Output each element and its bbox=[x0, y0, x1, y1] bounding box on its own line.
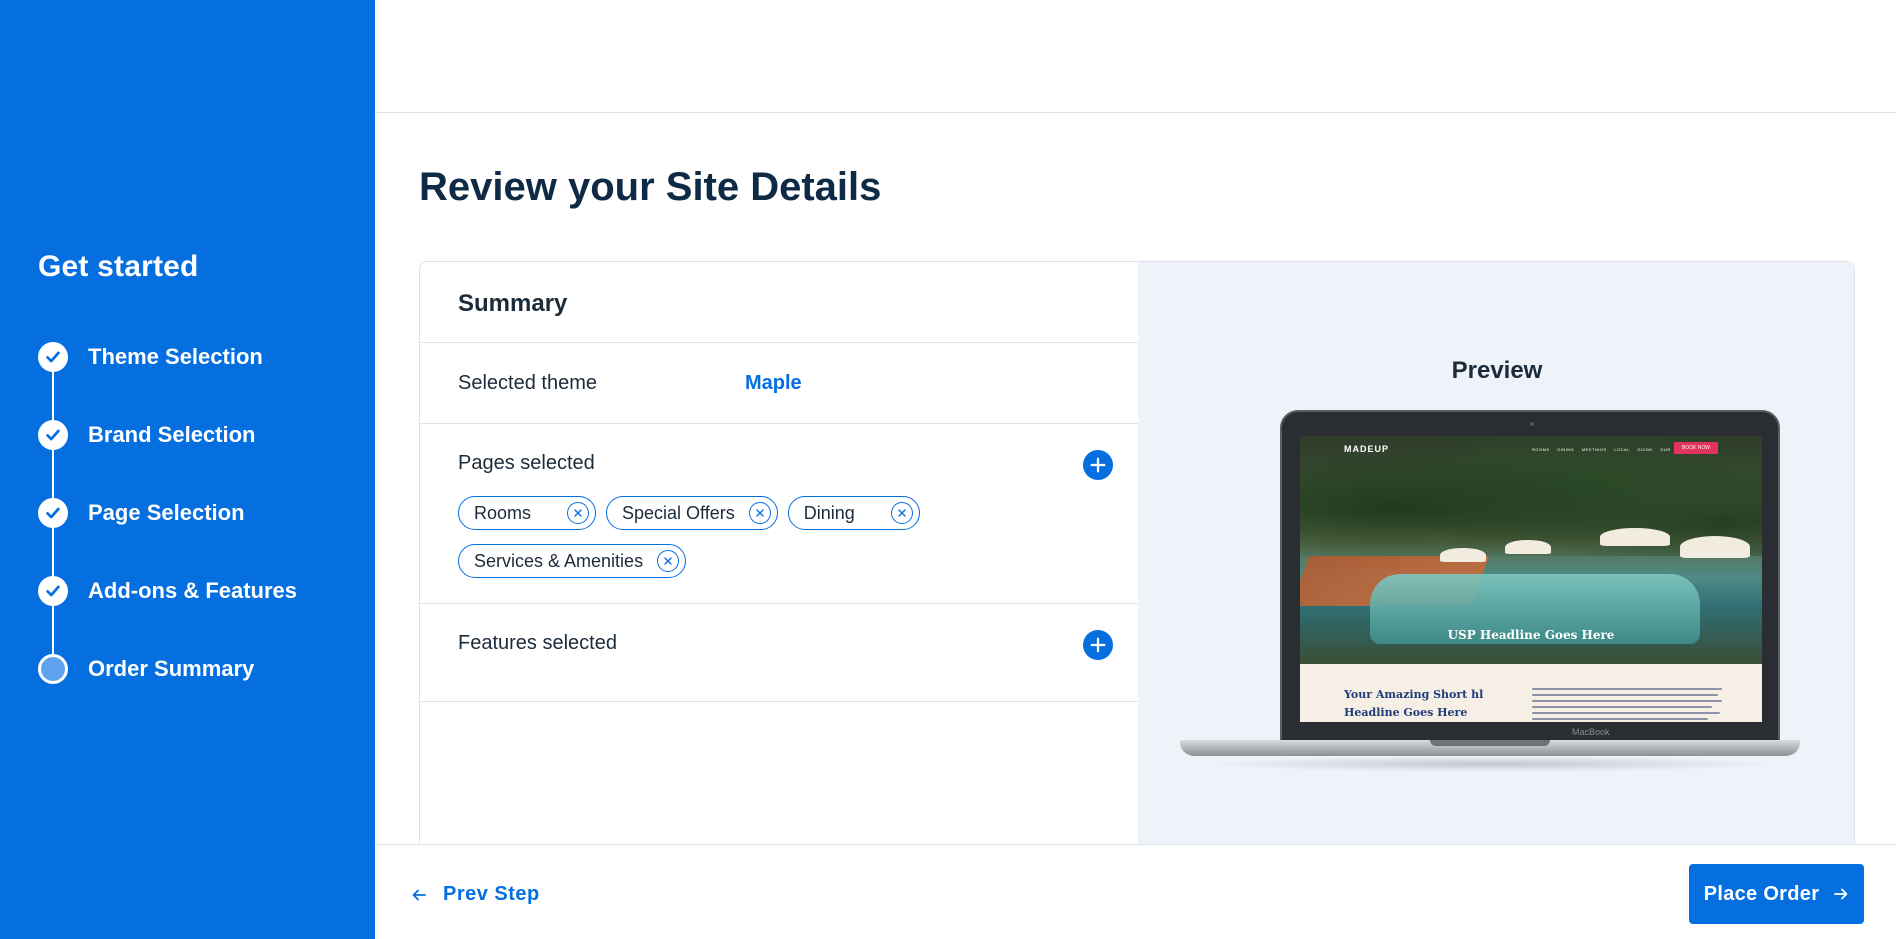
prev-step-button[interactable]: Prev Step bbox=[411, 883, 540, 906]
plus-icon bbox=[1090, 457, 1106, 473]
preview-menu: ROOMS DINING MEETINGS LOCAL GUIDE OUR HO… bbox=[1532, 447, 1695, 452]
hero-image: MADEUP ROOMS DINING MEETINGS LOCAL GUIDE… bbox=[1300, 436, 1762, 664]
remove-tag-button[interactable] bbox=[890, 502, 913, 524]
plus-icon bbox=[1090, 637, 1106, 653]
step-list: Theme Selection Brand Selection Page Sel… bbox=[38, 342, 297, 732]
preview-text-line bbox=[1532, 718, 1708, 720]
step-label: Brand Selection bbox=[88, 422, 256, 447]
close-icon bbox=[756, 509, 764, 517]
step-brand-selection[interactable]: Brand Selection bbox=[38, 420, 297, 498]
selected-theme-label: Selected theme bbox=[458, 372, 597, 394]
umbrella-shape bbox=[1440, 548, 1486, 562]
prev-step-label: Prev Step bbox=[443, 883, 540, 905]
arrow-right-icon bbox=[1834, 888, 1848, 900]
step-label: Theme Selection bbox=[88, 344, 263, 369]
page-tag: Special Offers bbox=[606, 496, 778, 530]
add-page-button[interactable] bbox=[1083, 450, 1113, 480]
place-order-button[interactable]: Place Order bbox=[1689, 864, 1864, 924]
preview-content-headline: Your Amazing Short hl Headline Goes Here bbox=[1344, 688, 1484, 719]
page-tag-list: Rooms Special Offers Dining Services & A… bbox=[458, 496, 1118, 578]
page-tag-label: Rooms bbox=[474, 502, 532, 523]
laptop-camera bbox=[1530, 422, 1534, 426]
page-tag: Rooms bbox=[458, 496, 597, 530]
page-title: Review your Site Details bbox=[419, 165, 882, 209]
step-label: Order Summary bbox=[88, 656, 255, 681]
remove-tag-button[interactable] bbox=[567, 502, 590, 524]
laptop-lid: MADEUP ROOMS DINING MEETINGS LOCAL GUIDE… bbox=[1280, 410, 1780, 750]
pages-selected-label: Pages selected bbox=[458, 452, 595, 474]
preview-nav: MADEUP ROOMS DINING MEETINGS LOCAL GUIDE… bbox=[1300, 436, 1762, 466]
page-tag-label: Services & Amenities bbox=[474, 550, 644, 571]
umbrella-shape bbox=[1505, 540, 1551, 554]
page-tag: Dining bbox=[787, 496, 920, 530]
remove-tag-button[interactable] bbox=[748, 502, 771, 524]
page-tag: Services & Amenities bbox=[458, 544, 687, 578]
preview-text-line bbox=[1532, 700, 1722, 702]
close-icon bbox=[664, 557, 672, 565]
umbrella-shape bbox=[1680, 536, 1750, 558]
add-feature-button[interactable] bbox=[1083, 630, 1113, 660]
arrow-left-icon bbox=[412, 889, 426, 900]
laptop-shadow bbox=[1200, 756, 1780, 772]
preview-text-line bbox=[1532, 706, 1712, 708]
main-content: Review your Site Details Summary Selecte… bbox=[375, 0, 1896, 939]
close-icon bbox=[574, 509, 582, 517]
preview-text-line bbox=[1532, 712, 1720, 714]
check-icon bbox=[38, 498, 68, 528]
pages-selected-row: Pages selected Rooms Special Offers Dini… bbox=[420, 424, 1138, 604]
step-page-selection[interactable]: Page Selection bbox=[38, 498, 297, 576]
laptop-notch bbox=[1430, 740, 1550, 746]
place-order-label: Place Order bbox=[1703, 882, 1820, 905]
laptop-mockup: MADEUP ROOMS DINING MEETINGS LOCAL GUIDE… bbox=[1180, 410, 1800, 772]
check-icon bbox=[38, 342, 68, 372]
step-connector bbox=[52, 450, 54, 498]
check-icon bbox=[38, 420, 68, 450]
preview-book-button: BOOK NOW bbox=[1674, 442, 1718, 454]
preview-panel: Preview MADEUP ROOMS DINING MEETINGS LOC… bbox=[1138, 262, 1854, 860]
selected-theme-row: Selected theme Maple bbox=[420, 343, 1138, 424]
laptop-label: MacBook bbox=[1572, 727, 1610, 737]
features-selected-label: Features selected bbox=[458, 632, 617, 654]
preview-text-line bbox=[1532, 688, 1722, 690]
current-step-icon bbox=[38, 654, 68, 684]
step-label: Add-ons & Features bbox=[88, 578, 298, 603]
step-connector bbox=[52, 528, 54, 576]
preview-text-line bbox=[1532, 694, 1718, 696]
step-connector bbox=[52, 372, 54, 420]
step-addons-features[interactable]: Add-ons & Features bbox=[38, 576, 297, 654]
selected-theme-value: Maple bbox=[745, 372, 802, 394]
close-icon bbox=[898, 509, 906, 517]
review-card: Summary Selected theme Maple Pages selec… bbox=[419, 261, 1855, 861]
preview-hero-headline: USP Headline Goes Here bbox=[1447, 628, 1615, 642]
sidebar: Get started Theme Selection Brand Select… bbox=[0, 0, 375, 939]
summary-panel: Summary Selected theme Maple Pages selec… bbox=[420, 262, 1138, 860]
step-connector bbox=[52, 606, 54, 654]
step-theme-selection[interactable]: Theme Selection bbox=[38, 342, 297, 420]
bottom-bar: Prev Step Place Order bbox=[375, 844, 1896, 939]
top-bar bbox=[375, 0, 1896, 113]
preview-title: Preview bbox=[1451, 357, 1543, 384]
features-selected-row: Features selected bbox=[420, 604, 1138, 702]
preview-logo: MADEUP bbox=[1344, 444, 1390, 454]
umbrella-shape bbox=[1600, 528, 1670, 546]
page-tag-label: Dining bbox=[803, 502, 855, 523]
remove-tag-button[interactable] bbox=[657, 550, 680, 572]
summary-heading: Summary bbox=[420, 262, 1138, 343]
site-preview-screen: MADEUP ROOMS DINING MEETINGS LOCAL GUIDE… bbox=[1300, 436, 1762, 722]
step-order-summary[interactable]: Order Summary bbox=[38, 654, 297, 732]
sidebar-title: Get started bbox=[38, 250, 199, 283]
page-tag-label: Special Offers bbox=[622, 502, 735, 523]
step-label: Page Selection bbox=[88, 500, 245, 525]
check-icon bbox=[38, 576, 68, 606]
